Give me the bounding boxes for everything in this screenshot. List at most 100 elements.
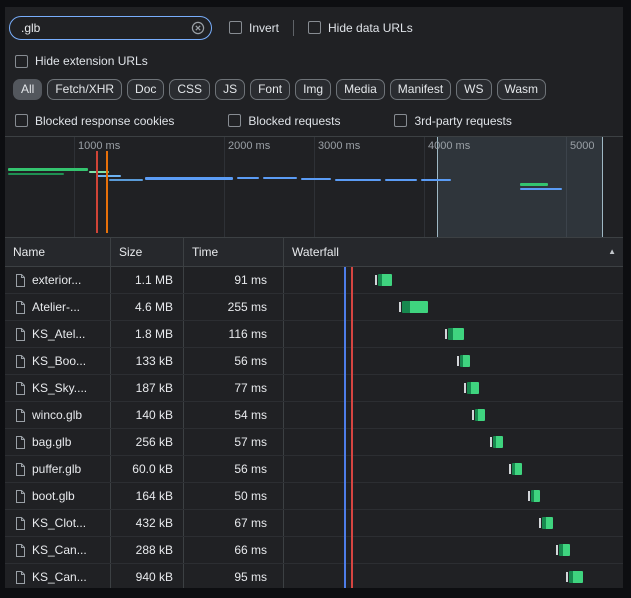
waterfall-bar[interactable] — [493, 436, 503, 448]
filter-chip-img[interactable]: Img — [295, 79, 331, 100]
column-header-size[interactable]: Size — [110, 238, 183, 266]
filter-input[interactable] — [19, 20, 191, 36]
request-size: 940 kB — [110, 564, 183, 588]
table-row[interactable]: KS_Can...288 kB66 ms — [5, 537, 623, 564]
hide-extension-urls-checkbox[interactable]: Hide extension URLs — [15, 54, 148, 68]
request-size: 432 kB — [110, 510, 183, 536]
overview-event-line-red — [96, 151, 98, 233]
waterfall-cell — [283, 537, 623, 563]
table-row[interactable]: KS_Clot...432 kB67 ms — [5, 510, 623, 537]
overview-traffic-segment — [97, 175, 121, 177]
request-size: 1.8 MB — [110, 321, 183, 347]
blocked-requests-checkbox-box[interactable] — [228, 114, 241, 127]
filter-chip-fetch-xhr[interactable]: Fetch/XHR — [47, 79, 122, 100]
file-icon — [15, 301, 26, 314]
third-party-requests-checkbox-box[interactable] — [394, 114, 407, 127]
request-name-cell[interactable]: exterior... — [5, 267, 110, 293]
waterfall-cell — [283, 510, 623, 536]
timeline-overview[interactable]: 1000 ms2000 ms3000 ms4000 ms5000 — [5, 137, 623, 238]
overview-selection-window[interactable] — [437, 137, 603, 237]
waterfall-bar[interactable] — [460, 355, 470, 367]
request-size: 4.6 MB — [110, 294, 183, 320]
filter-chip-ws[interactable]: WS — [456, 79, 491, 100]
sort-arrow-icon[interactable]: ▲ — [608, 247, 616, 257]
hide-extension-urls-checkbox-box[interactable] — [15, 55, 28, 68]
table-row[interactable]: KS_Atel...1.8 MB116 ms — [5, 321, 623, 348]
extension-filter-row: Hide extension URLs — [9, 48, 623, 74]
blocked-response-cookies-checkbox[interactable]: Blocked response cookies — [15, 114, 174, 128]
hide-data-urls-checkbox-box[interactable] — [308, 21, 321, 34]
column-header-name[interactable]: Name — [5, 238, 110, 266]
invert-checkbox-box[interactable] — [229, 21, 242, 34]
request-time: 67 ms — [183, 510, 283, 536]
table-row[interactable]: KS_Can...940 kB95 ms — [5, 564, 623, 588]
waterfall-bar[interactable] — [467, 382, 479, 394]
ruler-gridline — [74, 137, 75, 237]
waterfall-connect-tick — [445, 329, 447, 339]
filter-input-wrap[interactable] — [9, 16, 212, 40]
overview-traffic-segment — [145, 177, 233, 180]
request-name-cell[interactable]: KS_Clot... — [5, 510, 110, 536]
filter-chip-css[interactable]: CSS — [169, 79, 210, 100]
filter-chip-wasm[interactable]: Wasm — [497, 79, 547, 100]
request-name-cell[interactable]: KS_Can... — [5, 537, 110, 563]
table-row[interactable]: KS_Sky....187 kB77 ms — [5, 375, 623, 402]
waterfall-bar[interactable] — [448, 328, 464, 340]
filter-chip-media[interactable]: Media — [336, 79, 385, 100]
request-time: 91 ms — [183, 267, 283, 293]
waterfall-bar[interactable] — [569, 571, 583, 583]
advanced-filter-row: Blocked response cookies Blocked request… — [9, 105, 623, 136]
clear-filter-icon[interactable] — [191, 21, 205, 35]
table-row[interactable]: boot.glb164 kB50 ms — [5, 483, 623, 510]
hide-data-urls-checkbox[interactable]: Hide data URLs — [308, 21, 413, 35]
request-name-cell[interactable]: puffer.glb — [5, 456, 110, 482]
waterfall-bar[interactable] — [531, 490, 540, 502]
table-row[interactable]: KS_Boo...133 kB56 ms — [5, 348, 623, 375]
waterfall-bar[interactable] — [378, 274, 392, 286]
request-name: KS_Can... — [32, 543, 87, 557]
request-name-cell[interactable]: KS_Atel... — [5, 321, 110, 347]
filter-chip-font[interactable]: Font — [250, 79, 290, 100]
column-header-time[interactable]: Time — [183, 238, 283, 266]
request-name-cell[interactable]: KS_Sky.... — [5, 375, 110, 401]
filter-chip-manifest[interactable]: Manifest — [390, 79, 451, 100]
table-row[interactable]: winco.glb140 kB54 ms — [5, 402, 623, 429]
column-header-waterfall[interactable]: Waterfall ▲ — [283, 238, 623, 266]
request-name-cell[interactable]: KS_Boo... — [5, 348, 110, 374]
waterfall-cell — [283, 348, 623, 374]
request-name-cell[interactable]: bag.glb — [5, 429, 110, 455]
request-name-cell[interactable]: winco.glb — [5, 402, 110, 428]
waterfall-cell — [283, 564, 623, 588]
request-name-cell[interactable]: Atelier-... — [5, 294, 110, 320]
third-party-requests-checkbox[interactable]: 3rd-party requests — [394, 114, 511, 128]
overview-traffic-segment — [301, 178, 331, 180]
waterfall-connect-tick — [509, 464, 511, 474]
overview-traffic-segment — [520, 183, 548, 186]
filter-chip-js[interactable]: JS — [215, 79, 245, 100]
filter-chip-doc[interactable]: Doc — [127, 79, 164, 100]
filter-chip-all[interactable]: All — [13, 79, 42, 100]
table-row[interactable]: Atelier-...4.6 MB255 ms — [5, 294, 623, 321]
waterfall-connect-tick — [539, 518, 541, 528]
waterfall-cell — [283, 375, 623, 401]
request-name-cell[interactable]: boot.glb — [5, 483, 110, 509]
ruler-tick-label: 4000 ms — [428, 140, 470, 152]
table-row[interactable]: puffer.glb60.0 kB56 ms — [5, 456, 623, 483]
waterfall-bar[interactable] — [475, 409, 485, 421]
blocked-requests-checkbox[interactable]: Blocked requests — [228, 114, 340, 128]
ruler-gridline — [424, 137, 425, 237]
file-icon — [15, 328, 26, 341]
waterfall-bar[interactable] — [559, 544, 570, 556]
table-row[interactable]: bag.glb256 kB57 ms — [5, 429, 623, 456]
table-row[interactable]: exterior...1.1 MB91 ms — [5, 267, 623, 294]
waterfall-bar[interactable] — [402, 301, 428, 313]
waterfall-bar[interactable] — [512, 463, 522, 475]
waterfall-connect-tick — [457, 356, 459, 366]
file-icon — [15, 382, 26, 395]
request-time: 77 ms — [183, 375, 283, 401]
overview-event-line-orange — [106, 151, 108, 233]
request-name-cell[interactable]: KS_Can... — [5, 564, 110, 588]
blocked-response-cookies-checkbox-box[interactable] — [15, 114, 28, 127]
waterfall-bar[interactable] — [542, 517, 553, 529]
invert-checkbox[interactable]: Invert — [229, 21, 279, 35]
